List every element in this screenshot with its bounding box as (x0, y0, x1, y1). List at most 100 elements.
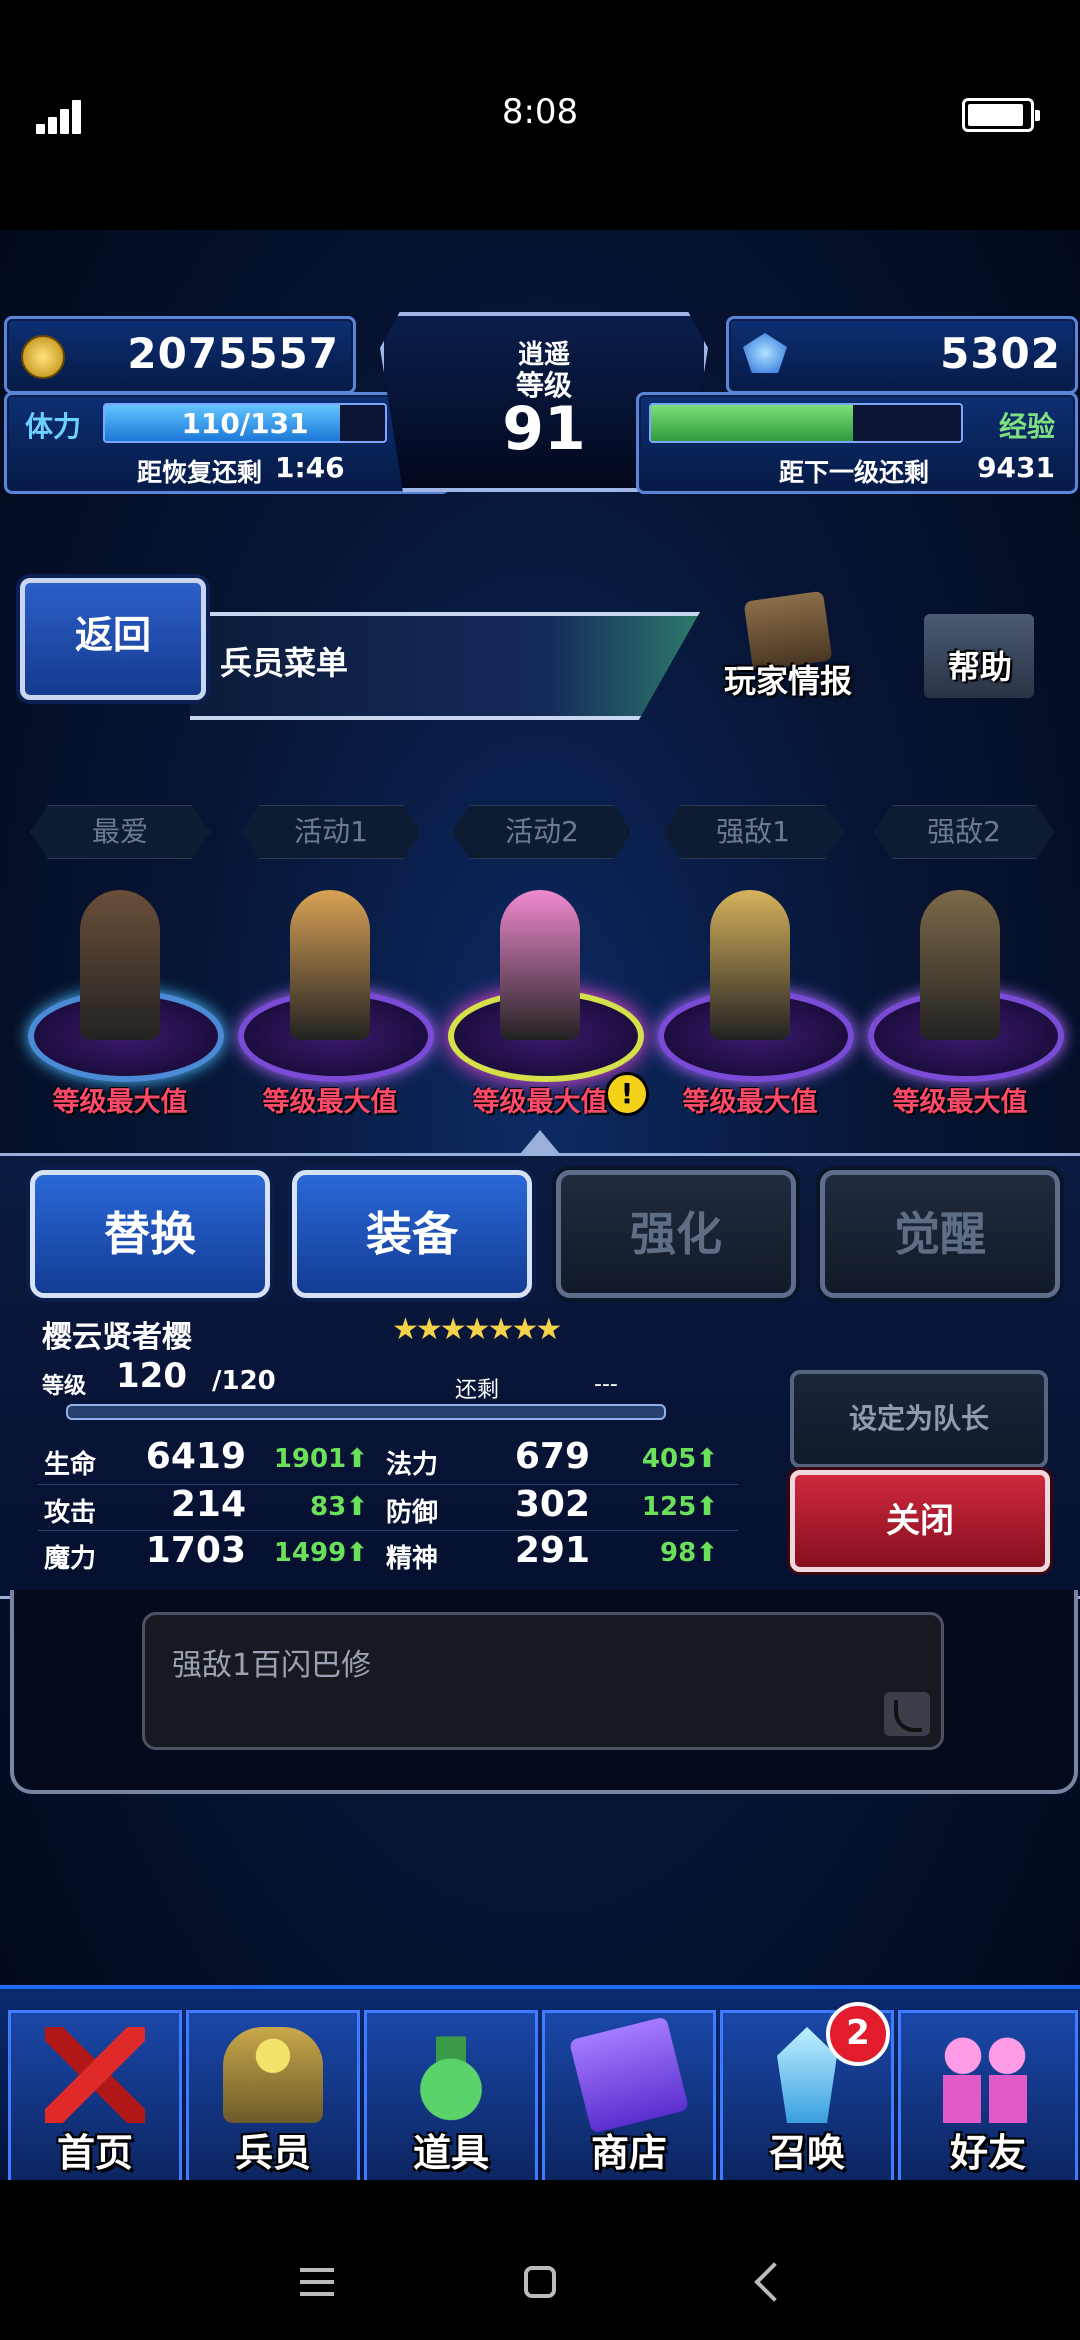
nav-home-label: 首页 (56, 2131, 133, 2175)
unit-name: 樱云贤者樱 (42, 1320, 192, 1355)
next-level-label: 距下一级还剩 (779, 458, 930, 487)
nav-home[interactable]: 首页 (8, 2010, 182, 2184)
clock: 8:08 (501, 92, 579, 132)
back-button[interactable]: 返回 (20, 578, 206, 700)
tab-strong1[interactable]: 强敌1 (663, 805, 843, 859)
tab-strong2[interactable]: 强敌2 (874, 805, 1054, 859)
stat-name: 精神 (386, 1544, 439, 1574)
party-unit-2[interactable]: 等级最大值 (230, 870, 434, 1120)
stamina-label: 体力 (25, 410, 82, 443)
stat-bonus: 1499⬆ (273, 1538, 368, 1568)
stamina-panel: 体力 110/131 距恢复还剩 1:46 (4, 392, 450, 494)
gem-amount: 5302 (940, 329, 1061, 378)
exp-remain-label: 还剩 (455, 1378, 500, 1403)
unit-level-max-label: 等级最大值 (682, 1087, 818, 1118)
gil-coin-icon (21, 335, 65, 379)
equip-button[interactable]: 装备 (292, 1170, 532, 1298)
nav-friends-label: 好友 (949, 2131, 1026, 2175)
unit-level-max: /120 (212, 1366, 276, 1396)
stat-bonus: 125⬆ (641, 1492, 718, 1522)
stat-name: 防御 (386, 1498, 439, 1528)
potion-icon (401, 2027, 501, 2123)
stat-value: 302 (514, 1484, 590, 1525)
stamina-bar: 110/131 (103, 403, 387, 443)
replace-button[interactable]: 替换 (30, 1170, 270, 1298)
back-button-label: 返回 (74, 613, 151, 657)
stat-row: 攻击 214 83⬆ 防御 302 125⬆ (38, 1484, 738, 1530)
stat-value: 679 (514, 1436, 590, 1477)
enhance-button[interactable]: 强化 (556, 1170, 796, 1298)
party-unit-1[interactable]: 等级最大值 (20, 870, 224, 1120)
party-unit-5[interactable]: 等级最大值 (860, 870, 1064, 1120)
stat-name: 魔力 (44, 1544, 97, 1574)
crossed-swords-icon (45, 2027, 145, 2123)
party-name-text: 强敌1百闪巴修 (172, 1648, 372, 1683)
unit-level: 120 (116, 1356, 187, 1396)
status-bar: 8:08 (0, 0, 1080, 230)
stat-name: 攻击 (44, 1498, 97, 1528)
recover-label: 距恢复还剩 (137, 458, 263, 487)
unit-sprite (920, 890, 1000, 1040)
alert-icon: ! (605, 1072, 649, 1116)
stat-value: 6419 (145, 1436, 246, 1477)
summon-badge: 2 (826, 2002, 890, 2066)
unit-sprite (710, 890, 790, 1040)
stat-value: 291 (514, 1530, 590, 1571)
stat-value: 1703 (145, 1530, 246, 1571)
stat-value: 214 (170, 1484, 246, 1525)
unit-exp-bar (66, 1404, 666, 1420)
awaken-button[interactable]: 觉醒 (820, 1170, 1060, 1298)
shop-bag-icon (568, 2016, 690, 2134)
lapis-gem-icon (743, 333, 787, 373)
nav-units-label: 兵员 (234, 2131, 311, 2175)
rarity-stars: ★★★★★★★ (392, 1312, 562, 1347)
stat-name: 法力 (386, 1450, 439, 1480)
stat-bonus: 83⬆ (310, 1492, 368, 1522)
unit-level-label: 等级 (42, 1374, 87, 1399)
friends-icon (935, 2027, 1035, 2123)
recover-time: 1:46 (275, 451, 345, 484)
party-unit-4[interactable]: 等级最大值 (650, 870, 854, 1120)
next-level-value: 9431 (977, 451, 1055, 484)
stat-bonus: 1901⬆ (273, 1444, 368, 1474)
exp-label: 经验 (998, 410, 1055, 443)
tab-event1[interactable]: 活动1 (241, 805, 421, 859)
battery-icon (962, 98, 1040, 132)
unit-level-max-label: 等级最大值 (892, 1087, 1028, 1118)
player-info-button[interactable]: 玩家情报 (718, 588, 858, 708)
menu-title: 兵员菜单 (220, 644, 349, 682)
system-nav-bar (0, 2180, 1080, 2340)
nav-summon-label: 召唤 (768, 2131, 845, 2175)
stat-bonus: 98⬆ (660, 1538, 718, 1568)
unit-sprite (500, 890, 580, 1040)
exp-panel: 经验 距下一级还剩 9431 (636, 392, 1078, 494)
hero-icon (223, 2027, 323, 2123)
nav-shop-label: 商店 (590, 2131, 667, 2175)
close-button[interactable]: 关闭 (790, 1470, 1050, 1572)
tab-event2[interactable]: 活动2 (452, 805, 632, 859)
edit-pen-icon[interactable] (884, 1692, 930, 1736)
party-unit-3-selected[interactable]: 等级最大值 ! (440, 870, 649, 1120)
nav-items-label: 道具 (412, 2131, 489, 2175)
unit-level-max-label: 等级最大值 (262, 1087, 398, 1118)
menu-icon[interactable] (300, 2268, 334, 2296)
unit-sprite (290, 890, 370, 1040)
nav-units[interactable]: 兵员 (186, 2010, 360, 2184)
gil-panel: 2075557 (4, 316, 356, 394)
gem-panel: 5302 (726, 316, 1078, 394)
nav-shop[interactable]: 商店 (542, 2010, 716, 2184)
gil-amount: 2075557 (127, 329, 339, 378)
stat-name: 生命 (44, 1450, 97, 1480)
tab-favorite[interactable]: 最爱 (30, 805, 210, 859)
player-info-label: 玩家情报 (723, 662, 852, 700)
nav-items[interactable]: 道具 (364, 2010, 538, 2184)
set-leader-button[interactable]: 设定为队长 (790, 1370, 1048, 1468)
exp-remain-value: --- (594, 1372, 618, 1397)
help-label: 帮助 (947, 648, 1012, 686)
unit-sprite (80, 890, 160, 1040)
nav-friends[interactable]: 好友 (898, 2010, 1078, 2184)
exp-bar (649, 403, 963, 443)
help-button[interactable]: 帮助 (910, 598, 1050, 718)
home-icon[interactable] (524, 2266, 556, 2298)
back-icon[interactable] (754, 2262, 794, 2302)
